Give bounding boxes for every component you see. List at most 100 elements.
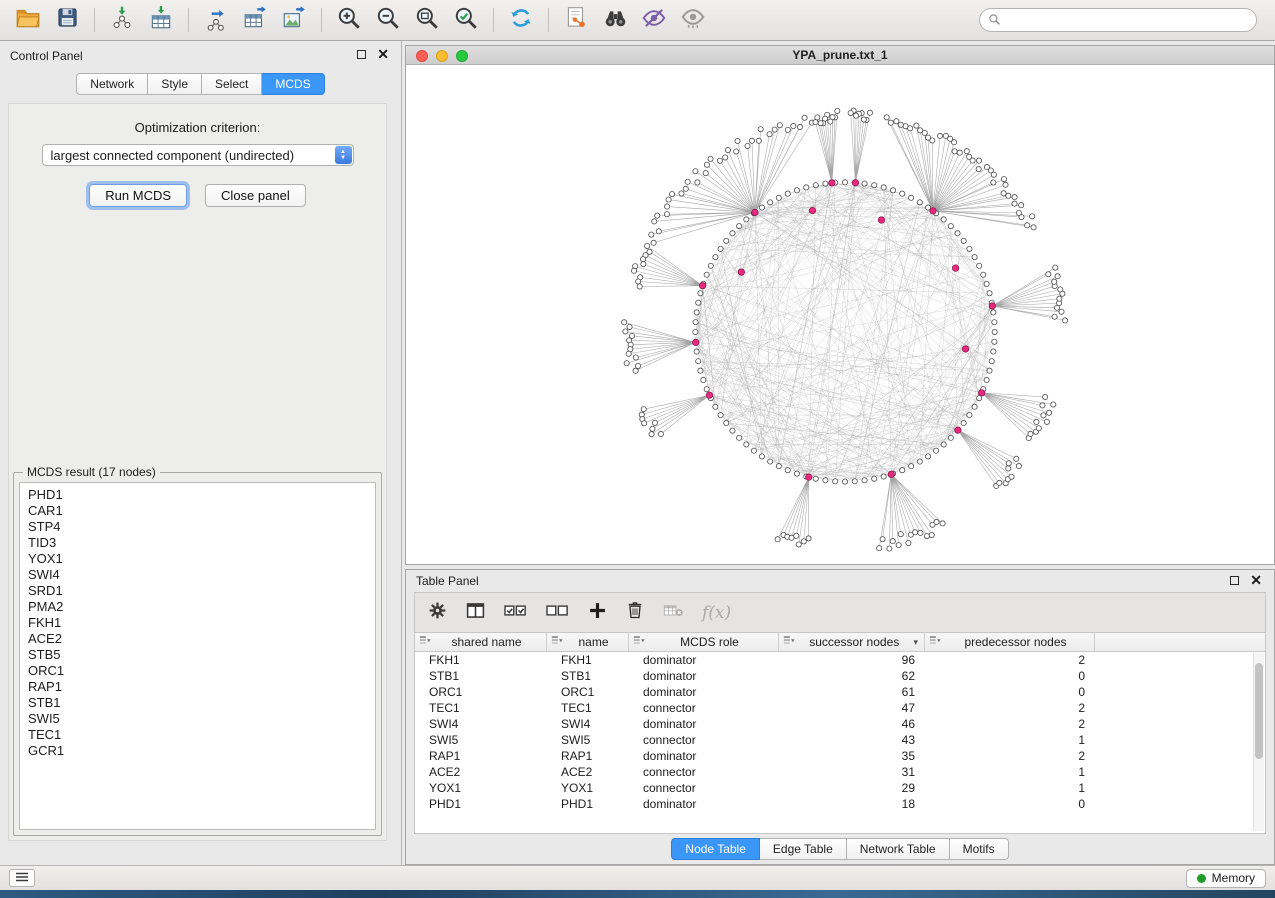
mcds-result-item[interactable]: PMA2 [20, 599, 375, 615]
table-row[interactable]: RAP1RAP1dominator352 [415, 748, 1265, 764]
name-cell[interactable]: ACE2 [547, 764, 629, 780]
predecessor-nodes-cell[interactable]: 1 [925, 780, 1095, 796]
successor-nodes-cell[interactable]: 29 [779, 780, 925, 796]
shared-name-cell[interactable]: TEC1 [415, 700, 547, 716]
memory-button[interactable]: Memory [1186, 869, 1266, 888]
mcds-result-item[interactable]: SRD1 [20, 583, 375, 599]
successor-nodes-cell[interactable]: 46 [779, 716, 925, 732]
mcds-result-item[interactable]: SWI5 [20, 711, 375, 727]
name-cell[interactable]: YOX1 [547, 780, 629, 796]
shared-name-cell[interactable]: FKH1 [415, 652, 547, 668]
deselect-all-rows-button[interactable] [545, 600, 570, 626]
empty-cell[interactable] [1095, 700, 1265, 716]
name-cell[interactable]: SWI4 [547, 716, 629, 732]
zoom-in-button[interactable] [331, 4, 367, 36]
add-column-button[interactable] [587, 600, 608, 626]
predecessor-nodes-cell[interactable]: 2 [925, 652, 1095, 668]
table-row[interactable]: SWI5SWI5connector431 [415, 732, 1265, 748]
mcds-role-cell[interactable]: dominator [629, 748, 779, 764]
zoom-out-button[interactable] [370, 4, 406, 36]
mcds-result-item[interactable]: FKH1 [20, 615, 375, 631]
column-header-MCDS-role[interactable]: MCDS role [629, 633, 779, 651]
shared-name-cell[interactable]: ACE2 [415, 764, 547, 780]
tab-network-table[interactable]: Network Table [847, 838, 950, 860]
scrollbar-thumb[interactable] [1255, 663, 1263, 759]
tab-network[interactable]: Network [76, 73, 148, 95]
optimization-criterion-select[interactable]: largest connected component (undirected)… [42, 144, 354, 166]
empty-cell[interactable] [1095, 796, 1265, 812]
mcds-role-cell[interactable]: dominator [629, 796, 779, 812]
successor-nodes-cell[interactable]: 61 [779, 684, 925, 700]
successor-nodes-cell[interactable]: 18 [779, 796, 925, 812]
column-header-shared-name[interactable]: shared name [415, 633, 547, 651]
binoculars-search-button[interactable] [597, 4, 633, 36]
export-table-button[interactable] [237, 4, 273, 36]
import-network-button[interactable] [104, 4, 140, 36]
table-row[interactable]: STB1STB1dominator620 [415, 668, 1265, 684]
empty-cell[interactable] [1095, 732, 1265, 748]
mcds-role-cell[interactable]: dominator [629, 684, 779, 700]
column-header-predecessor-nodes[interactable]: predecessor nodes [925, 633, 1095, 651]
mcds-result-item[interactable]: STB1 [20, 695, 375, 711]
tab-mcds[interactable]: MCDS [262, 73, 324, 95]
mcds-result-item[interactable]: ORC1 [20, 663, 375, 679]
mcds-result-item[interactable]: SWI4 [20, 567, 375, 583]
mcds-result-item[interactable]: ACE2 [20, 631, 375, 647]
search-input[interactable] [979, 8, 1257, 32]
shared-name-cell[interactable]: SWI5 [415, 732, 547, 748]
table-row[interactable]: ORC1ORC1dominator610 [415, 684, 1265, 700]
mcds-result-item[interactable]: YOX1 [20, 551, 375, 567]
mcds-role-cell[interactable]: dominator [629, 652, 779, 668]
show-columns-button[interactable] [465, 600, 486, 626]
save-session-button[interactable] [49, 4, 85, 36]
export-image-button[interactable] [276, 4, 312, 36]
run-mcds-button[interactable]: Run MCDS [89, 184, 187, 207]
predecessor-nodes-cell[interactable]: 0 [925, 684, 1095, 700]
mcds-role-cell[interactable]: connector [629, 732, 779, 748]
table-row[interactable]: YOX1YOX1connector291 [415, 780, 1265, 796]
share-document-button[interactable] [558, 4, 594, 36]
name-cell[interactable]: SWI5 [547, 732, 629, 748]
table-row[interactable]: SWI4SWI4dominator462 [415, 716, 1265, 732]
delete-column-button[interactable] [625, 600, 645, 625]
shared-name-cell[interactable]: SWI4 [415, 716, 547, 732]
refresh-layout-button[interactable] [503, 4, 539, 36]
status-menu-button[interactable] [9, 869, 35, 887]
network-window-titlebar[interactable]: YPA_prune.txt_1 [406, 46, 1274, 65]
float-panel-icon[interactable] [357, 50, 366, 59]
table-settings-button[interactable] [427, 600, 448, 626]
empty-cell[interactable] [1095, 684, 1265, 700]
zoom-selected-button[interactable] [448, 4, 484, 36]
table-row[interactable]: FKH1FKH1dominator962 [415, 652, 1265, 668]
predecessor-nodes-cell[interactable]: 0 [925, 796, 1095, 812]
maximize-window-icon[interactable] [456, 50, 468, 62]
predecessor-nodes-cell[interactable]: 1 [925, 764, 1095, 780]
predecessor-nodes-cell[interactable]: 1 [925, 732, 1095, 748]
mcds-result-item[interactable]: GCR1 [20, 743, 375, 759]
table-row[interactable]: TEC1TEC1connector472 [415, 700, 1265, 716]
mcds-result-item[interactable]: PHD1 [20, 487, 375, 503]
close-panel-icon[interactable]: ✕ [1250, 575, 1262, 585]
empty-cell[interactable] [1095, 716, 1265, 732]
mcds-role-cell[interactable]: dominator [629, 668, 779, 684]
close-panel-button[interactable]: Close panel [205, 184, 306, 207]
tab-style[interactable]: Style [148, 73, 202, 95]
close-window-icon[interactable] [416, 50, 428, 62]
network-canvas[interactable] [406, 65, 1274, 564]
table-row[interactable]: ACE2ACE2connector311 [415, 764, 1265, 780]
open-file-button[interactable] [10, 4, 46, 36]
mcds-role-cell[interactable]: connector [629, 700, 779, 716]
empty-cell[interactable] [1095, 764, 1265, 780]
mcds-result-item[interactable]: TEC1 [20, 727, 375, 743]
successor-nodes-cell[interactable]: 35 [779, 748, 925, 764]
name-cell[interactable]: FKH1 [547, 652, 629, 668]
tab-node-table[interactable]: Node Table [671, 838, 760, 860]
predecessor-nodes-cell[interactable]: 2 [925, 748, 1095, 764]
empty-cell[interactable] [1095, 780, 1265, 796]
shared-name-cell[interactable]: STB1 [415, 668, 547, 684]
successor-nodes-cell[interactable]: 96 [779, 652, 925, 668]
table-row[interactable]: PHD1PHD1dominator180 [415, 796, 1265, 812]
name-cell[interactable]: PHD1 [547, 796, 629, 812]
delete-table-button[interactable] [662, 600, 685, 625]
mcds-result-item[interactable]: CAR1 [20, 503, 375, 519]
